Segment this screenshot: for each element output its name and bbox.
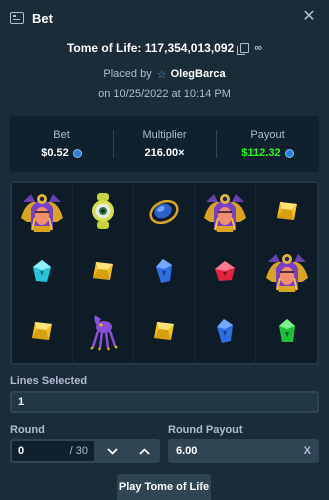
bet-date: on 10/25/2022 at 10:14 PM (98, 88, 231, 100)
play-game-button[interactable]: Play Tome of Life (117, 474, 211, 500)
blue-beetle-icon (147, 195, 181, 232)
reel-cell (195, 183, 256, 243)
round-input[interactable]: 0 / 30 (10, 439, 96, 463)
green-gem-icon (277, 317, 297, 350)
reel-cell (256, 243, 317, 303)
reel-cell (256, 303, 317, 363)
round-stepper: 0 / 30 (10, 439, 160, 463)
lines-selected-field: 1 (10, 391, 319, 413)
reel-cell (134, 303, 195, 363)
slot-reel-grid (10, 181, 319, 365)
clear-button[interactable]: X (304, 445, 311, 457)
pharaoh-icon (264, 248, 310, 299)
bet-id: 117,354,013,092 (144, 41, 235, 55)
reel-cell (73, 183, 134, 243)
round-prev-button[interactable] (96, 439, 128, 463)
pharaoh-icon (202, 188, 248, 239)
bet-value: $0.52 (41, 147, 69, 159)
round-payout-field: 6.00 X (168, 439, 319, 463)
chevron-up-icon (138, 447, 150, 455)
blue-gem-icon (154, 257, 174, 290)
reel-cell (195, 303, 256, 363)
yellow-gem-icon (150, 319, 178, 348)
bet-value-row: $0.52 (41, 147, 82, 159)
red-gem-icon (213, 259, 237, 288)
bet-id-separator: : (137, 41, 142, 55)
placed-by-line: Placed by ☆ OlegBarca (0, 66, 329, 82)
lines-selected-label: Lines Selected (10, 375, 88, 387)
yellow-gem-icon (273, 199, 301, 228)
reel-cell (134, 183, 195, 243)
round-total: / 30 (69, 445, 88, 457)
cyan-gem-icon (31, 258, 53, 289)
link-icon[interactable]: ∞ (254, 42, 262, 54)
modal-header: Bet ✕ (0, 0, 329, 36)
game-name: Tome of Life (66, 41, 138, 55)
payout-label: Payout (250, 129, 285, 141)
bet-id-line: Tome of Life: 117,354,013,092 ∞ (0, 39, 329, 57)
pharaoh-icon (19, 188, 65, 239)
reel-cell (256, 183, 317, 243)
multiplier-label: Multiplier (142, 129, 187, 141)
bet-stats-panel: Bet $0.52 Multiplier 216.00× Payout $112… (10, 116, 319, 172)
payout-value: $112.32 (241, 147, 281, 159)
round-next-button[interactable] (128, 439, 160, 463)
placed-by-label: Placed by (103, 68, 152, 80)
yellow-gem-icon (28, 319, 56, 348)
round-label: Round (10, 424, 45, 436)
reel-cell (12, 243, 73, 303)
litecoin-icon (72, 148, 82, 158)
close-icon[interactable]: ✕ (301, 9, 317, 25)
reel-cell (12, 183, 73, 243)
user-name[interactable]: OlegBarca (171, 68, 226, 80)
stat-multiplier: Multiplier 216.00× (113, 116, 216, 172)
receipt-icon (10, 12, 24, 24)
round-payout-value: 6.00 (176, 445, 198, 457)
chevron-down-icon (106, 447, 118, 455)
multiplier-value: 216.00× (144, 147, 185, 159)
reel-cell (134, 243, 195, 303)
purple-creature-icon (87, 311, 119, 356)
reel-cell (73, 303, 134, 363)
modal-title: Bet (32, 10, 53, 26)
vip-star-icon: ☆ (156, 68, 167, 81)
round-value: 0 (18, 445, 25, 457)
copy-icon[interactable] (237, 43, 250, 55)
bet-label: Bet (53, 129, 70, 141)
payout-value-row: $112.32 (241, 147, 294, 159)
round-payout-label: Round Payout (168, 424, 243, 436)
stat-bet: Bet $0.52 (10, 116, 113, 172)
stat-payout: Payout $112.32 (216, 116, 319, 172)
scarab-eye-icon (88, 191, 118, 236)
blue-gem-icon (215, 317, 235, 350)
reel-cell (12, 303, 73, 363)
yellow-gem-icon (89, 259, 117, 288)
reel-cell (73, 243, 134, 303)
reel-cell (195, 243, 256, 303)
litecoin-icon (284, 148, 294, 158)
